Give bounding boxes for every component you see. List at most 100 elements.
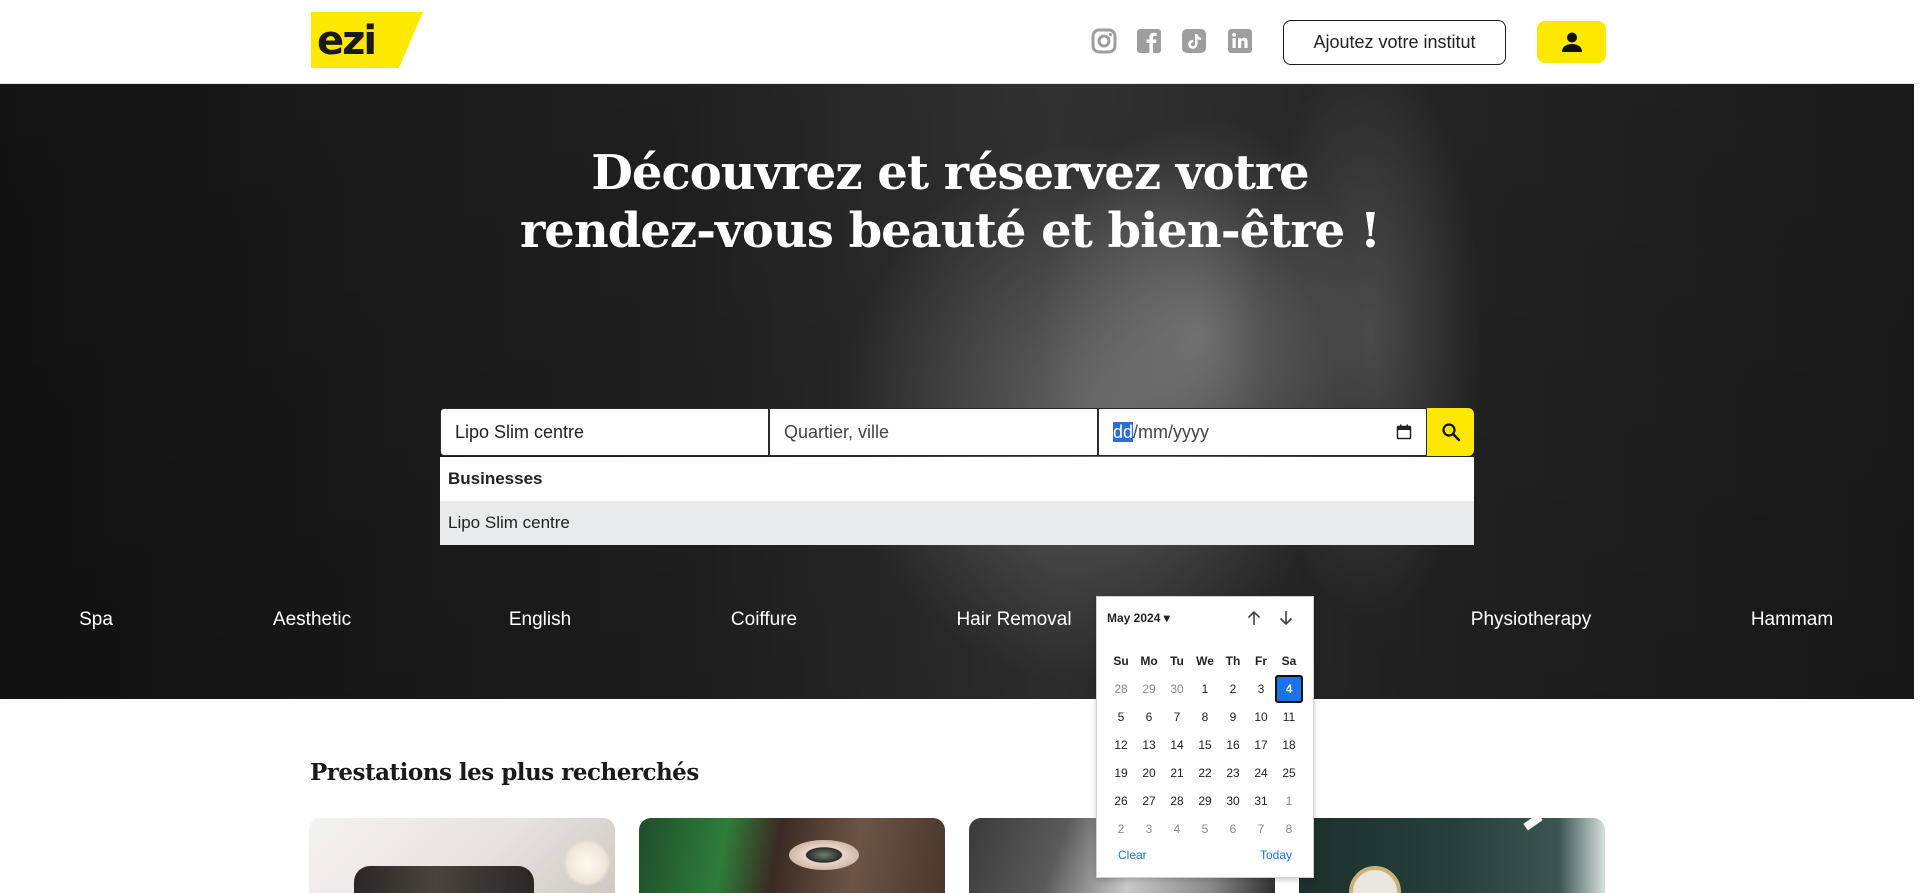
calendar-day[interactable]: 6: [1219, 815, 1247, 843]
calendar-day[interactable]: 3: [1135, 815, 1163, 843]
calendar-day[interactable]: 28: [1163, 787, 1191, 815]
category-hammam[interactable]: Hammam: [1751, 609, 1833, 631]
calendar-day[interactable]: 25: [1275, 759, 1303, 787]
calendar-day[interactable]: 21: [1163, 759, 1191, 787]
hero-title: Découvrez et réservez votre rendez-vous …: [460, 144, 1440, 260]
search-bar: Lipo Slim centre Quartier, ville dd/mm/y…: [440, 408, 1474, 456]
calendar-day[interactable]: 26: [1107, 787, 1135, 815]
hero-banner: Découvrez et réservez votre rendez-vous …: [0, 84, 1914, 699]
date-rest-segment: /mm/yyyy: [1133, 421, 1210, 442]
hero-title-line1: Découvrez et réservez votre: [591, 145, 1309, 201]
calendar-day[interactable]: 15: [1191, 731, 1219, 759]
category-physiotherapy[interactable]: Physiotherapy: [1471, 609, 1591, 631]
service-card[interactable]: [639, 818, 945, 893]
calendar-day[interactable]: 30: [1219, 787, 1247, 815]
calendar-day[interactable]: 4: [1275, 675, 1303, 703]
instagram-icon[interactable]: [1091, 28, 1117, 54]
calendar-day[interactable]: 27: [1135, 787, 1163, 815]
weekday-header: We: [1196, 654, 1214, 668]
user-account-button[interactable]: [1537, 21, 1606, 63]
category-spa[interactable]: Spa: [79, 609, 113, 631]
card-image-detail: [1523, 818, 1543, 831]
date-day-segment: dd: [1113, 421, 1134, 442]
date-value: dd/mm/yyyy: [1113, 421, 1210, 443]
location-input[interactable]: Quartier, ville: [769, 408, 1098, 456]
date-input[interactable]: dd/mm/yyyy: [1098, 408, 1427, 456]
card-image-detail: [354, 866, 534, 893]
calendar-day[interactable]: 28: [1107, 675, 1135, 703]
calendar-day[interactable]: 18: [1275, 731, 1303, 759]
calendar-day[interactable]: 17: [1247, 731, 1275, 759]
service-card[interactable]: [309, 818, 615, 893]
facebook-icon[interactable]: [1136, 28, 1162, 54]
suggestion-item[interactable]: Lipo Slim centre: [440, 501, 1474, 545]
calendar-day[interactable]: 31: [1247, 787, 1275, 815]
calendar-day[interactable]: 2: [1219, 675, 1247, 703]
calendar-day[interactable]: 29: [1191, 787, 1219, 815]
calendar-day[interactable]: 16: [1219, 731, 1247, 759]
clear-date-button[interactable]: Clear: [1118, 848, 1147, 862]
services-section-title: Prestations les plus recherchés: [310, 759, 699, 786]
calendar-day[interactable]: 2: [1107, 815, 1135, 843]
calendar-icon[interactable]: [1396, 424, 1412, 440]
service-card[interactable]: [1299, 818, 1605, 893]
search-icon: [1441, 423, 1460, 442]
calendar-day[interactable]: 12: [1107, 731, 1135, 759]
previous-month-arrow-icon[interactable]: [1245, 609, 1263, 627]
calendar-day[interactable]: 1: [1191, 675, 1219, 703]
calendar-day[interactable]: 24: [1247, 759, 1275, 787]
search-suggestions: Businesses Lipo Slim centre: [440, 457, 1474, 545]
datepicker-month-select[interactable]: May 2024 ▾: [1107, 611, 1170, 625]
calendar-day[interactable]: 6: [1135, 703, 1163, 731]
calendar-day[interactable]: 30: [1163, 675, 1191, 703]
ezi-logo[interactable]: ezi: [311, 12, 423, 68]
weekday-header: Su: [1113, 654, 1129, 668]
calendar-day[interactable]: 5: [1191, 815, 1219, 843]
logo-text: ezi: [317, 18, 377, 64]
calendar-day[interactable]: 22: [1191, 759, 1219, 787]
service-search-input[interactable]: Lipo Slim centre: [440, 408, 769, 456]
calendar-day[interactable]: 1: [1275, 787, 1303, 815]
linkedin-icon[interactable]: [1227, 28, 1253, 54]
weekday-header: Tu: [1170, 654, 1184, 668]
calendar-day[interactable]: 7: [1247, 815, 1275, 843]
month-label: May 2024: [1107, 611, 1161, 625]
suggestions-heading: Businesses: [440, 457, 1474, 501]
category-english[interactable]: English: [509, 609, 571, 631]
card-image-detail: [1349, 866, 1401, 893]
calendar-day[interactable]: 9: [1219, 703, 1247, 731]
today-button[interactable]: Today: [1260, 848, 1292, 862]
calendar-day[interactable]: 29: [1135, 675, 1163, 703]
weekday-header: Th: [1225, 654, 1241, 668]
card-image-detail: [789, 840, 859, 870]
datepicker-grid: Su Mo Tu We Th Fr Sa 28 29 30 1 2 3 4 5 6 7 8 9 10 11 12 13 14 1…: [1107, 647, 1303, 843]
weekday-header: Fr: [1255, 654, 1267, 668]
calendar-day[interactable]: 13: [1135, 731, 1163, 759]
calendar-day[interactable]: 8: [1191, 703, 1219, 731]
calendar-day[interactable]: 8: [1275, 815, 1303, 843]
hero-title-line2: rendez-vous beauté et bien-être !: [520, 203, 1381, 259]
card-image-detail: [564, 840, 610, 886]
calendar-day[interactable]: 7: [1163, 703, 1191, 731]
search-button[interactable]: [1427, 408, 1474, 456]
calendar-day[interactable]: 20: [1135, 759, 1163, 787]
weekday-header: Mo: [1140, 654, 1158, 668]
tiktok-icon[interactable]: [1181, 28, 1207, 54]
caret-down-icon: ▾: [1163, 611, 1170, 625]
calendar-day[interactable]: 19: [1107, 759, 1135, 787]
calendar-day[interactable]: 4: [1163, 815, 1191, 843]
calendar-day[interactable]: 3: [1247, 675, 1275, 703]
calendar-day[interactable]: 14: [1163, 731, 1191, 759]
calendar-day[interactable]: 5: [1107, 703, 1135, 731]
category-hair-removal[interactable]: Hair Removal: [956, 609, 1071, 631]
category-coiffure[interactable]: Coiffure: [731, 609, 797, 631]
datepicker-popup: May 2024 ▾ Su Mo Tu We Th Fr Sa 28 29 30 1 2 3 4 5 6 7 8 9…: [1096, 596, 1314, 878]
weekday-header: Sa: [1281, 654, 1297, 668]
calendar-day[interactable]: 11: [1275, 703, 1303, 731]
category-aesthetic[interactable]: Aesthetic: [273, 609, 351, 631]
add-institute-button[interactable]: Ajoutez votre institut: [1283, 20, 1506, 65]
calendar-day[interactable]: 23: [1219, 759, 1247, 787]
calendar-day[interactable]: 10: [1247, 703, 1275, 731]
next-month-arrow-icon[interactable]: [1277, 609, 1295, 627]
user-icon: [1561, 32, 1582, 52]
